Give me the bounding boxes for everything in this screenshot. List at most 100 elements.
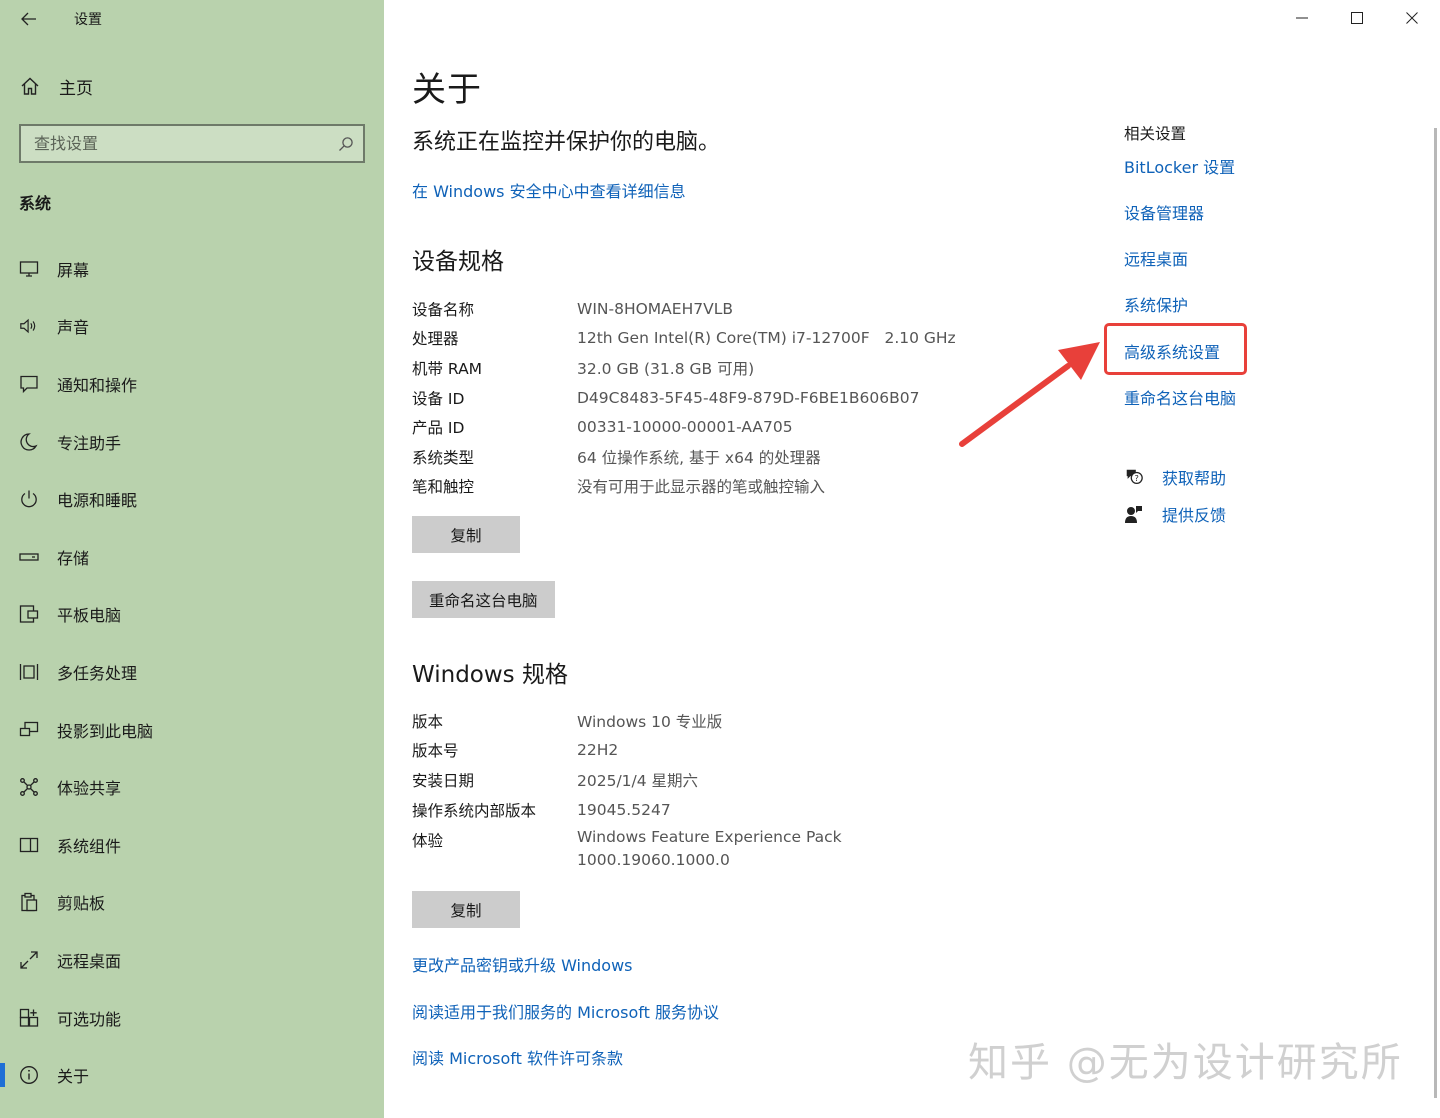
spec-key: 机带 RAM [412, 359, 483, 378]
spec-value: Windows Feature Experience Pack 1000.1906… [577, 826, 842, 872]
get-help-row[interactable]: ? 获取帮助 [1124, 465, 1226, 489]
spec-row-pen-touch: 笔和触控 没有可用于此显示器的笔或触控输入 [412, 472, 1062, 502]
rename-pc-link[interactable]: 重命名这台电脑 [1124, 385, 1236, 409]
related-settings: 相关设置 BitLocker 设置 设备管理器 远程桌面 系统保护 高级系统设置… [1124, 0, 1424, 1118]
window-title: 设置 [74, 12, 102, 28]
back-arrow-icon [21, 12, 36, 26]
page-title: 关于 [412, 70, 482, 110]
sidebar-item-shared-experiences[interactable]: 体验共享 [0, 758, 384, 816]
watermark: 知乎 @无为设计研究所 [968, 1040, 1403, 1086]
sidebar-item-label: 远程桌面 [57, 951, 122, 971]
scrollbar[interactable] [1434, 128, 1437, 1098]
sidebar-item-sound[interactable]: 声音 [0, 298, 384, 356]
svg-text:?: ? [1135, 473, 1139, 483]
license-terms-link[interactable]: 阅读 Microsoft 软件许可条款 [412, 1045, 623, 1069]
change-product-key-link[interactable]: 更改产品密钥或升级 Windows [412, 952, 633, 976]
copy-windows-specs-button[interactable]: 复制 [412, 891, 520, 928]
sidebar-item-label: 可选功能 [57, 1009, 122, 1029]
service-agreement-link[interactable]: 阅读适用于我们服务的 Microsoft 服务协议 [412, 999, 719, 1023]
spec-value: 00331-10000-00001-AA705 [577, 418, 793, 437]
search-box [19, 124, 365, 163]
sidebar-item-label: 关于 [57, 1067, 90, 1087]
sidebar-item-about[interactable]: 关于 [0, 1046, 384, 1104]
spec-value-line: 1000.19060.1000.0 [577, 851, 730, 870]
related-settings-heading: 相关设置 [1124, 125, 1187, 143]
spec-key: 产品 ID [412, 419, 465, 438]
info-icon [19, 1065, 39, 1085]
remote-desktop-link[interactable]: 远程桌面 [1124, 246, 1188, 270]
spec-key: 设备 ID [412, 389, 465, 408]
spec-row-install-date: 安装日期 2025/1/4 星期六 [412, 765, 1062, 795]
sidebar-item-remote-desktop[interactable]: 远程桌面 [0, 931, 384, 989]
spec-value: 没有可用于此显示器的笔或触控输入 [577, 478, 826, 497]
spec-row-device-name: 设备名称 WIN-8HOMAEH7VLB [412, 294, 1062, 324]
sidebar-item-label: 存储 [57, 548, 90, 568]
sidebar-item-notifications[interactable]: 通知和操作 [0, 355, 384, 413]
clipboard-icon [19, 892, 39, 912]
spec-value: D49C8483-5F45-48F9-879D-F6BE1B606B07 [577, 388, 920, 407]
search-icon[interactable] [329, 126, 363, 161]
spec-key: 设备名称 [412, 300, 475, 319]
sidebar-item-power-sleep[interactable]: 电源和睡眠 [0, 470, 384, 528]
sidebar-item-focus-assist[interactable]: 专注助手 [0, 413, 384, 471]
security-center-link[interactable]: 在 Windows 安全中心中查看详细信息 [412, 178, 686, 202]
sidebar-item-label: 专注助手 [57, 433, 122, 453]
sidebar-nav: 屏幕 声音 通知和操作 专注助手 电源和睡眠 存储 平板电脑 多任务处理 投影到… [0, 240, 384, 1104]
sidebar-home[interactable]: 主页 [0, 66, 384, 106]
power-icon [19, 489, 39, 509]
sidebar-item-storage[interactable]: 存储 [0, 528, 384, 586]
spec-row-os-build: 操作系统内部版本 19045.5247 [412, 795, 1062, 825]
spec-key: 安装日期 [412, 771, 475, 790]
security-message: 系统正在监控并保护你的电脑。 [412, 130, 721, 155]
red-pointer-arrow [959, 342, 1100, 447]
spec-key: 笔和触控 [412, 478, 475, 497]
spec-key: 操作系统内部版本 [412, 801, 537, 820]
sidebar-item-label: 体验共享 [57, 779, 122, 799]
device-manager-link[interactable]: 设备管理器 [1124, 200, 1204, 224]
spec-row-edition: 版本 Windows 10 专业版 [412, 706, 1062, 736]
spec-value: WIN-8HOMAEH7VLB [577, 299, 733, 318]
spec-value: Windows 10 专业版 [577, 712, 723, 731]
sidebar-item-label: 平板电脑 [57, 606, 122, 626]
sidebar-item-label: 电源和睡眠 [57, 491, 138, 511]
feedback-row[interactable]: 提供反馈 [1124, 502, 1226, 526]
spec-value: 64 位操作系统, 基于 x64 的处理器 [577, 448, 821, 467]
spec-value: 12th Gen Intel(R) Core(TM) i7-12700F 2.1… [577, 329, 956, 348]
sidebar-item-multitasking[interactable]: 多任务处理 [0, 643, 384, 701]
help-chat-icon: ? [1124, 467, 1144, 487]
highlight-box [1104, 323, 1247, 375]
back-button[interactable] [14, 6, 44, 32]
sidebar-item-label: 系统组件 [57, 836, 122, 856]
sidebar-item-label: 通知和操作 [57, 375, 138, 395]
sidebar-item-optional-features[interactable]: 可选功能 [0, 989, 384, 1047]
speaker-icon [19, 316, 39, 336]
spec-key: 体验 [412, 832, 444, 851]
sidebar: 设置 主页 系统 屏幕 声音 通知和操作 专注助手 [0, 0, 384, 1118]
feedback-link[interactable]: 提供反馈 [1162, 502, 1226, 526]
search-input[interactable] [21, 126, 329, 161]
sidebar-item-tablet[interactable]: 平板电脑 [0, 586, 384, 644]
spec-key: 版本 [412, 712, 444, 731]
sidebar-item-display[interactable]: 屏幕 [0, 240, 384, 298]
remote-icon [19, 950, 39, 970]
project-icon [19, 720, 39, 740]
message-icon [19, 374, 39, 394]
sidebar-item-clipboard[interactable]: 剪贴板 [0, 874, 384, 932]
get-help-link[interactable]: 获取帮助 [1162, 465, 1226, 489]
share-icon [19, 777, 39, 797]
spec-value-line: Windows Feature Experience Pack [577, 828, 842, 847]
spec-value: 22H2 [577, 741, 619, 760]
bitlocker-link[interactable]: BitLocker 设置 [1124, 154, 1235, 178]
sidebar-item-label: 声音 [57, 318, 90, 338]
features-icon [19, 1008, 39, 1028]
system-protection-link[interactable]: 系统保护 [1124, 292, 1188, 316]
section-label-system: 系统 [19, 194, 52, 213]
rename-pc-button[interactable]: 重命名这台电脑 [412, 581, 555, 618]
sidebar-item-system-components[interactable]: 系统组件 [0, 816, 384, 874]
spec-key: 版本号 [412, 742, 459, 761]
feedback-person-icon [1124, 504, 1144, 524]
sidebar-item-project[interactable]: 投影到此电脑 [0, 701, 384, 759]
tablet-icon [19, 604, 39, 624]
copy-device-specs-button[interactable]: 复制 [412, 516, 520, 553]
moon-icon [19, 432, 39, 452]
